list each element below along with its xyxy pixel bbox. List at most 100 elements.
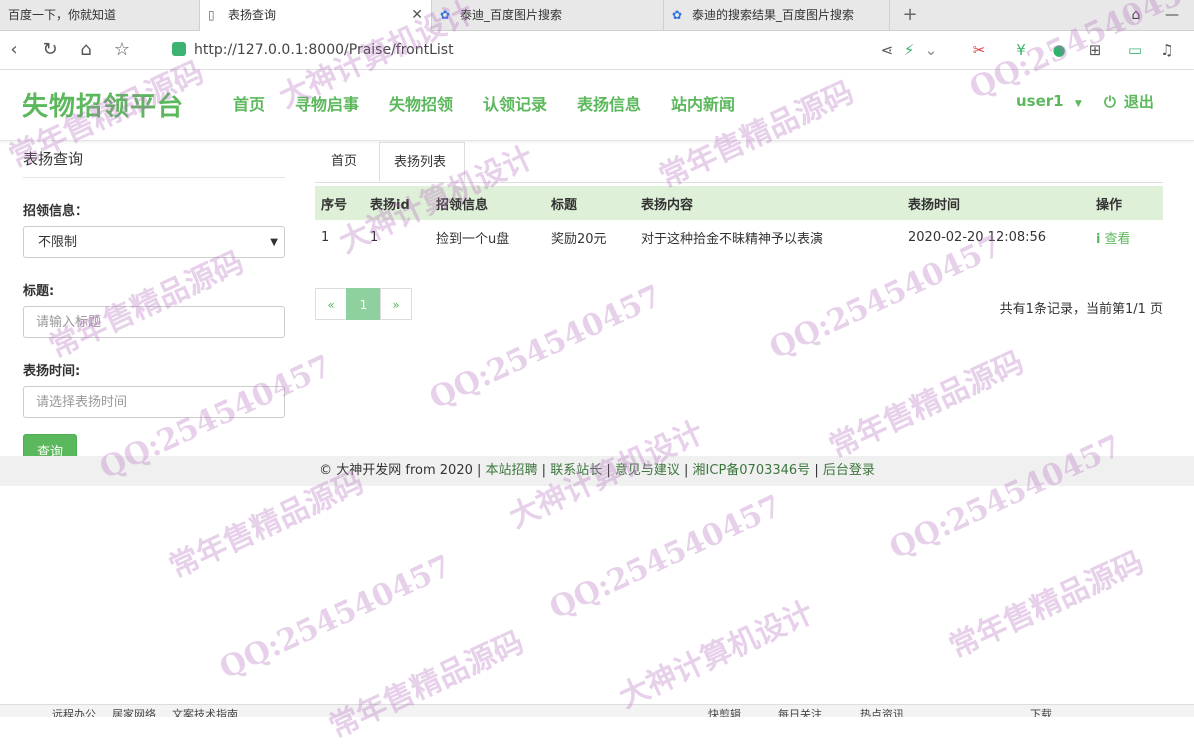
cell-praise-content: 对于这种拾金不昧精神予以表演 — [641, 231, 824, 247]
browser-tab-active[interactable]: ▯ 表扬查询 ✕ — [200, 0, 432, 31]
claim-info-select[interactable]: 不限制 ▼ — [23, 226, 285, 258]
col-actions: 操作 — [1090, 186, 1163, 220]
baidu-paw-icon: ✿ — [440, 8, 451, 22]
site-brand[interactable]: 失物招领平台 — [22, 86, 184, 123]
footer-link-icp[interactable]: 湘ICP备0703346号 — [693, 463, 811, 478]
power-icon: ⏻ — [1104, 93, 1116, 111]
browser-tab-teddy-results[interactable]: ✿ 泰迪的搜索结果_百度图片搜索 — [664, 0, 890, 30]
cell-praise-time: 2020-02-20 12:08:56 — [908, 229, 1047, 245]
cell-actions: i 查看 — [1090, 220, 1163, 254]
battery-icon[interactable]: ▭ — [1124, 31, 1146, 69]
browser-tabbar: 百度一下，你就知道 ▯ 表扬查询 ✕ ✿ 泰迪_百度图片搜索 ✿ 泰迪的搜索结果_百度… — [0, 0, 1194, 31]
nav-praise-info[interactable]: 表扬信息 — [577, 91, 641, 115]
view-link[interactable]: i 查看 — [1096, 232, 1130, 247]
watermark: QQ:254540457 — [884, 428, 1127, 567]
status-item[interactable]: 每日关注 — [778, 706, 822, 717]
pagination-info: 共有1条记录，当前第1/1 页 — [999, 302, 1163, 317]
footer-link-jobs[interactable]: 本站招聘 — [486, 463, 538, 478]
status-item[interactable]: 快剪辑 — [708, 706, 741, 717]
page-1-button[interactable]: 1 — [346, 288, 381, 320]
title-label: 标题: — [23, 284, 55, 299]
lightning-icon[interactable]: ⚡ — [898, 31, 920, 69]
col-praise-content: 表扬内容 — [635, 186, 902, 220]
page-icon: ▯ — [208, 8, 215, 22]
table-header-row: 序号 表扬id 招领信息 标题 表扬内容 表扬时间 操作 — [315, 186, 1163, 220]
watermark: QQ:254540457 — [214, 548, 457, 687]
prev-page-button[interactable]: « — [315, 288, 347, 320]
search-sidebar: 表扬查询 招领信息： 不限制 ▼ 标题: 表扬时间: 查询 — [23, 148, 285, 467]
apps-icon[interactable]: ⊞ — [1084, 31, 1106, 69]
minimize-button[interactable]: — — [1158, 0, 1186, 30]
caret-down-icon: ▼ — [270, 237, 278, 248]
watermark: 常年售精品源码 — [323, 624, 530, 746]
status-item[interactable]: 下载 — [1030, 706, 1052, 717]
cell-title: 奖励20元 — [551, 231, 607, 247]
chevron-down-icon[interactable]: ⌄ — [920, 31, 942, 69]
watermark: QQ:254540457 — [424, 278, 667, 417]
status-item[interactable]: 文案技术指南 — [172, 706, 238, 717]
status-item[interactable]: 远程办公 — [52, 706, 96, 717]
browser-tab-teddy[interactable]: ✿ 泰迪_百度图片搜索 — [432, 0, 664, 30]
watermark: 常年售精品源码 — [823, 344, 1030, 466]
baidu-paw-icon: ✿ — [672, 8, 683, 22]
footer-copyright: © 大神开发网 from 2020 — [319, 463, 473, 478]
watermark: 大神计算机设计 — [613, 594, 820, 716]
info-icon: i — [1096, 231, 1101, 247]
footer-link-admin-login[interactable]: 后台登录 — [823, 463, 875, 478]
tab-home[interactable]: 首页 — [331, 142, 357, 182]
share-icon[interactable]: ⋖ — [876, 31, 898, 69]
main-content: 首页 表扬列表 序号 表扬id 招领信息 标题 表扬内容 表扬时间 操作 1 1… — [315, 142, 1163, 320]
cell-index: 1 — [321, 229, 330, 245]
refresh-icon[interactable]: ↻ — [36, 31, 64, 69]
shield-money-icon[interactable]: ¥ — [1010, 31, 1032, 69]
shirt-icon[interactable]: ⌂ — [1122, 0, 1150, 30]
praise-table: 序号 表扬id 招领信息 标题 表扬内容 表扬时间 操作 1 1 捡到一个u盘 … — [315, 186, 1163, 254]
claim-info-label: 招领信息： — [23, 204, 89, 219]
site-footer: © 大神开发网 from 2020 | 本站招聘 | 联系站长 | 意见与建议 … — [0, 456, 1194, 486]
content-tabs: 首页 表扬列表 — [315, 142, 1163, 183]
status-item[interactable]: 居家网络 — [112, 706, 156, 717]
scissors-icon[interactable]: ✂ — [968, 31, 990, 69]
col-title: 标题 — [545, 186, 635, 220]
watermark: QQ:254540457 — [544, 488, 787, 627]
cell-praise-id: 1 — [370, 229, 379, 245]
footer-link-feedback[interactable]: 意见与建议 — [615, 463, 680, 478]
nav-lost-notices[interactable]: 寻物启事 — [295, 91, 359, 115]
site-header: 失物招领平台 首页 寻物启事 失物招领 认领记录 表扬信息 站内新闻 user1… — [0, 70, 1194, 141]
star-icon[interactable]: ☆ — [108, 31, 136, 69]
green-circle-icon[interactable]: ● — [1048, 31, 1070, 69]
tab-praise-list[interactable]: 表扬列表 — [379, 142, 465, 182]
nav-site-news[interactable]: 站内新闻 — [671, 91, 735, 115]
caret-down-icon: ▼ — [1074, 99, 1082, 109]
col-claim-info: 招领信息 — [430, 186, 545, 220]
col-praise-time: 表扬时间 — [902, 186, 1090, 220]
praise-time-label: 表扬时间: — [23, 364, 81, 379]
shield-icon — [172, 42, 186, 56]
col-praise-id: 表扬id — [364, 186, 430, 220]
user-menu[interactable]: user1 ▼ — [1016, 92, 1082, 110]
browser-tab-baidu-home[interactable]: 百度一下，你就知道 — [0, 0, 200, 30]
pagination: «1» — [315, 288, 412, 320]
close-tab-icon[interactable]: ✕ — [411, 0, 423, 30]
cell-claim-info: 捡到一个u盘 — [436, 231, 510, 247]
new-tab-button[interactable]: + — [898, 0, 922, 30]
status-item[interactable]: 热点资讯 — [860, 706, 904, 717]
url-field[interactable]: http://127.0.0.1:8000/Praise/frontList — [172, 40, 454, 60]
logout-link[interactable]: ⏻ 退出 — [1104, 91, 1154, 112]
address-bar: ‹ ↻ ⌂ ☆ http://127.0.0.1:8000/Praise/fro… — [0, 31, 1194, 70]
col-index: 序号 — [315, 186, 364, 220]
title-input[interactable] — [23, 306, 285, 338]
back-icon[interactable]: ‹ — [0, 31, 28, 69]
nav-home[interactable]: 首页 — [233, 91, 265, 115]
nav-claim-records[interactable]: 认领记录 — [483, 91, 547, 115]
table-row: 1 1 捡到一个u盘 奖励20元 对于这种拾金不昧精神予以表演 2020-02-… — [315, 220, 1163, 254]
nav-found-items[interactable]: 失物招领 — [389, 91, 453, 115]
sidebar-title: 表扬查询 — [23, 148, 285, 178]
browser-statusbar: 远程办公 居家网络 文案技术指南 快剪辑 每日关注 热点资讯 下载 — [0, 704, 1194, 717]
praise-time-input[interactable] — [23, 386, 285, 418]
headphones-icon[interactable]: ♫ — [1156, 31, 1178, 69]
footer-link-contact[interactable]: 联系站长 — [550, 463, 602, 478]
watermark: 常年售精品源码 — [943, 544, 1150, 666]
home-icon[interactable]: ⌂ — [72, 31, 100, 69]
next-page-button[interactable]: » — [380, 288, 412, 320]
